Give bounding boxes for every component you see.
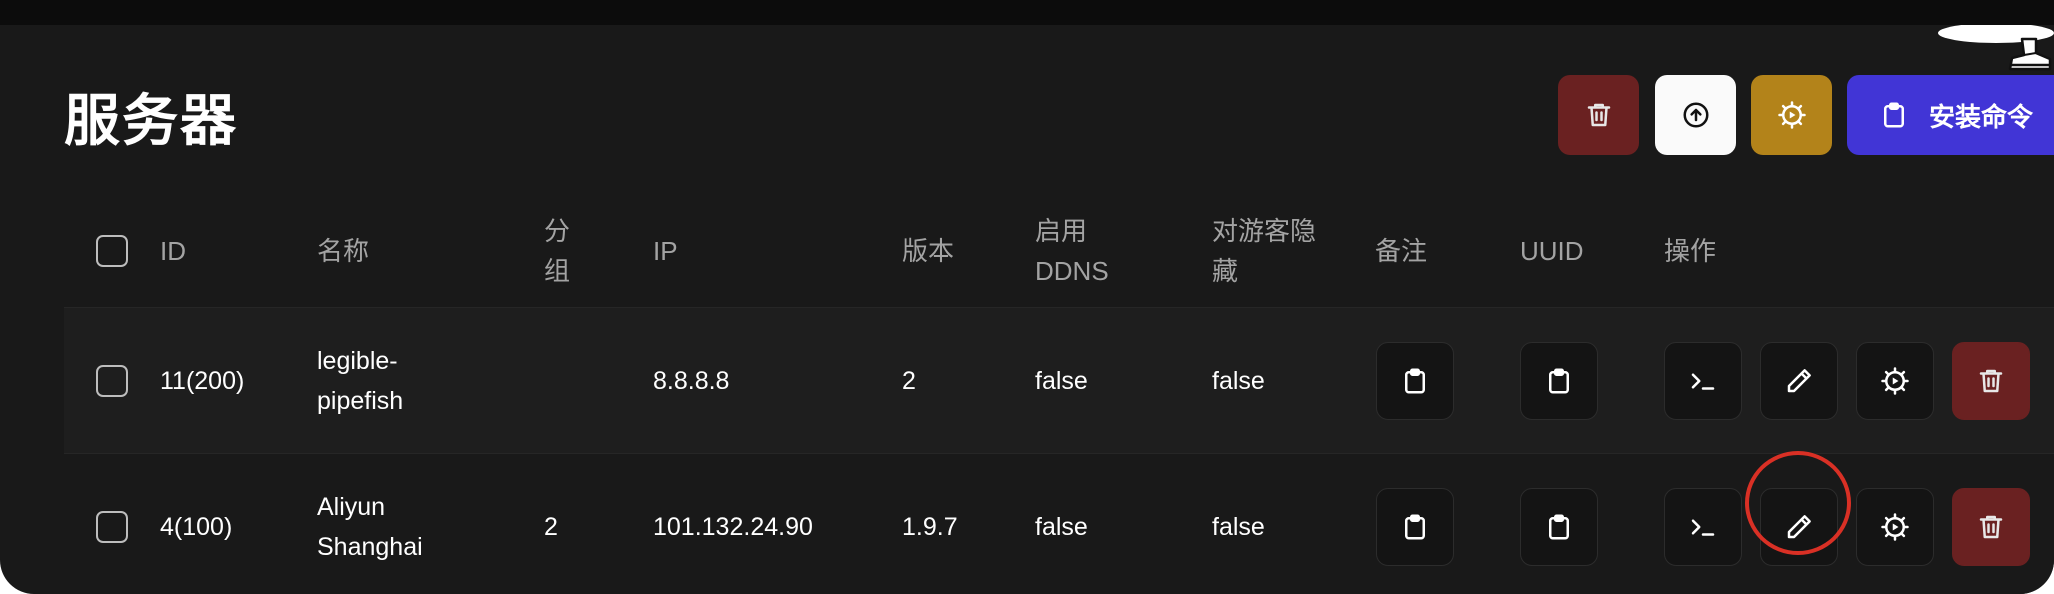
- upgrade-button[interactable]: [1655, 75, 1736, 155]
- terminal-icon: [1688, 366, 1718, 396]
- select-all-checkbox[interactable]: [96, 235, 128, 267]
- clipboard-icon: [1544, 512, 1574, 542]
- server-settings-button[interactable]: [1856, 487, 1934, 566]
- edit-button[interactable]: [1760, 341, 1838, 420]
- clipboard-icon: [1400, 366, 1430, 396]
- server-id: 11(200): [160, 366, 245, 395]
- top-bar: [0, 0, 2054, 25]
- column-header-group[interactable]: 分组: [544, 211, 584, 291]
- column-header-ip[interactable]: IP: [653, 231, 678, 271]
- server-name: legible-pipefish: [317, 346, 404, 415]
- install-command-button[interactable]: 安装命令: [1847, 75, 2054, 155]
- server-version: 2: [902, 366, 916, 395]
- server-hidden: false: [1212, 512, 1265, 541]
- trash-icon: [1976, 512, 2006, 542]
- server-id: 4(100): [160, 512, 233, 541]
- row-checkbox[interactable]: [96, 510, 128, 543]
- server-hidden: false: [1212, 366, 1265, 395]
- table-row: 11(200) legible-pipefish 8.8.8.8 2 false…: [64, 307, 2054, 453]
- delete-button[interactable]: [1952, 341, 2030, 420]
- gear-icon: [1880, 512, 1910, 542]
- server-ip: 101.132.24.90: [653, 512, 813, 541]
- copy-note-button[interactable]: [1376, 341, 1454, 420]
- copy-note-button[interactable]: [1376, 487, 1454, 566]
- column-header-note: 备注: [1375, 236, 1428, 266]
- trash-icon: [1584, 100, 1614, 130]
- trash-icon: [1976, 366, 2006, 396]
- server-ip: 8.8.8.8: [653, 366, 730, 395]
- server-name: Aliyun Shanghai: [317, 492, 423, 561]
- delete-selected-button[interactable]: [1558, 75, 1639, 155]
- server-group: 2: [544, 512, 558, 541]
- page-title: 服务器: [64, 89, 238, 152]
- install-command-label: 安装命令: [1929, 101, 2034, 132]
- arrow-up-circle-icon: [1681, 100, 1711, 130]
- clipboard-icon: [1400, 512, 1430, 542]
- column-header-ddns[interactable]: 启用 DDNS: [1035, 211, 1135, 291]
- column-header-uuid: UUID: [1520, 236, 1584, 266]
- clipboard-icon: [1544, 366, 1574, 396]
- column-header-name[interactable]: 名称: [317, 231, 477, 271]
- highlight-circle-annotation: [1745, 451, 1851, 555]
- copy-uuid-button[interactable]: [1520, 341, 1598, 420]
- gear-icon: [1880, 366, 1910, 396]
- batch-settings-button[interactable]: [1751, 75, 1832, 155]
- column-header-actions: 操作: [1664, 236, 1717, 266]
- server-ddns: false: [1035, 512, 1088, 541]
- gear-icon: [1777, 100, 1807, 130]
- row-checkbox[interactable]: [96, 364, 128, 397]
- pencil-icon: [1784, 366, 1814, 396]
- column-header-hidden[interactable]: 对游客隐藏: [1212, 211, 1322, 291]
- terminal-button[interactable]: [1664, 341, 1742, 420]
- server-settings-button[interactable]: [1856, 341, 1934, 420]
- clipboard-icon: [1879, 100, 1909, 130]
- mascot-illustration: [1938, 25, 2054, 71]
- terminal-button[interactable]: [1664, 487, 1742, 566]
- terminal-icon: [1688, 512, 1718, 542]
- table-header: ID 名称 分组 IP 版本 启用 DDNS 对游客隐藏 备注 UUID 操作: [64, 195, 2054, 307]
- column-header-id[interactable]: ID: [160, 231, 186, 271]
- delete-button[interactable]: [1952, 487, 2030, 566]
- column-header-version[interactable]: 版本: [902, 231, 954, 271]
- server-version: 1.9.7: [902, 512, 958, 541]
- server-ddns: false: [1035, 366, 1088, 395]
- copy-uuid-button[interactable]: [1520, 487, 1598, 566]
